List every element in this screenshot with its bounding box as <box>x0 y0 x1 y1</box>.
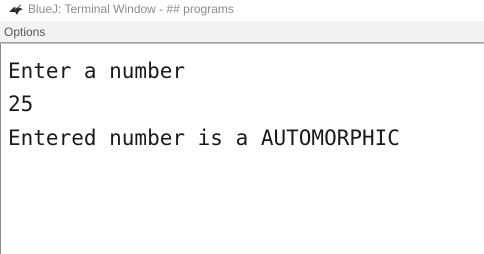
terminal-window: BlueJ: Terminal Window - ## programs Opt… <box>0 0 484 254</box>
title-bar[interactable]: BlueJ: Terminal Window - ## programs <box>0 0 484 21</box>
bluej-bird-icon <box>8 3 24 17</box>
terminal-output-area[interactable]: Enter a number 25 Entered number is a AU… <box>0 43 484 254</box>
menu-options[interactable]: Options <box>4 25 45 39</box>
window-title: BlueJ: Terminal Window - ## programs <box>28 2 234 16</box>
terminal-line: 25 <box>8 92 34 116</box>
menu-bar: Options <box>0 21 484 43</box>
terminal-line: Entered number is a AUTOMORPHIC <box>8 126 400 150</box>
terminal-line: Enter a number <box>8 59 186 83</box>
